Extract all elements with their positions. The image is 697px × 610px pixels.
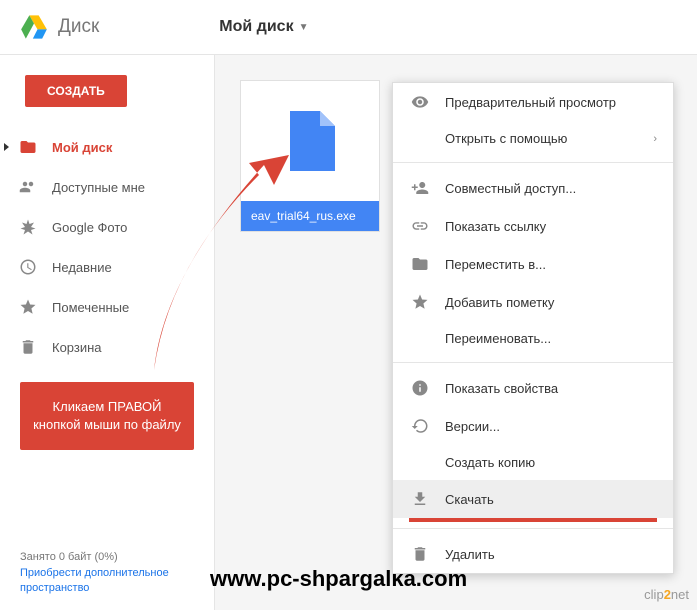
menu-item-rename[interactable]: Переименовать... [393, 321, 673, 356]
link-icon [409, 217, 431, 235]
highlight-underline [409, 518, 657, 522]
file-thumbnail [241, 81, 379, 201]
menu-label: Открыть с помощью [445, 131, 567, 146]
drive-folder-icon [18, 137, 38, 157]
sidebar-item-label: Недавние [52, 260, 112, 275]
sidebar-item-label: Мой диск [52, 140, 112, 155]
sidebar-item-shared[interactable]: Доступные мне [0, 167, 214, 207]
app-header: Диск Мой диск ▼ [0, 0, 697, 55]
menu-separator [393, 528, 673, 529]
menu-label: Переместить в... [445, 257, 546, 272]
sidebar-item-label: Помеченные [52, 300, 129, 315]
menu-label: Удалить [445, 547, 495, 562]
menu-label: Скачать [445, 492, 494, 507]
chevron-down-icon: ▼ [299, 22, 309, 33]
breadcrumb[interactable]: Мой диск ▼ [219, 18, 308, 36]
menu-label: Совместный доступ... [445, 181, 576, 196]
buy-storage-link[interactable]: Приобрести дополнительное пространство [20, 566, 214, 595]
person-add-icon [409, 179, 431, 197]
instruction-callout: Кликаем ПРАВОЙ кнопкой мыши по файлу [20, 382, 194, 450]
sidebar-item-label: Google Фото [52, 220, 127, 235]
folder-icon [409, 255, 431, 273]
storage-info: Занято 0 байт (0%) Приобрести дополнител… [20, 551, 214, 595]
sidebar-item-photos[interactable]: Google Фото [0, 207, 214, 247]
menu-item-move[interactable]: Переместить в... [393, 245, 673, 283]
sidebar-item-label: Доступные мне [52, 180, 145, 195]
menu-item-copy[interactable]: Создать копию [393, 445, 673, 480]
eye-icon [409, 93, 431, 111]
sidebar-item-recent[interactable]: Недавние [0, 247, 214, 287]
sidebar-item-starred[interactable]: Помеченные [0, 287, 214, 327]
menu-separator [393, 162, 673, 163]
context-menu: Предварительный просмотр Открыть с помощ… [392, 82, 674, 574]
menu-label: Версии... [445, 419, 500, 434]
photos-icon [18, 217, 38, 237]
menu-item-share[interactable]: Совместный доступ... [393, 169, 673, 207]
menu-label: Добавить пометку [445, 295, 554, 310]
history-icon [409, 417, 431, 435]
active-indicator-icon [4, 143, 9, 151]
file-item[interactable]: eav_trial64_rus.exe [240, 80, 380, 232]
menu-label: Переименовать... [445, 331, 551, 346]
sidebar-item-trash[interactable]: Корзина [0, 327, 214, 367]
star-icon [409, 293, 431, 311]
people-icon [18, 177, 38, 197]
chevron-right-icon: › [653, 133, 657, 145]
sidebar-item-label: Корзина [52, 340, 102, 355]
nav-list: Мой диск Доступные мне Google Фото Недав… [0, 127, 214, 367]
sidebar: СОЗДАТЬ Мой диск Доступные мне Google Фо… [0, 55, 215, 610]
trash-icon [18, 337, 38, 357]
info-icon [409, 379, 431, 397]
file-name: eav_trial64_rus.exe [241, 201, 379, 231]
app-title: Диск [58, 16, 99, 38]
sidebar-item-my-drive[interactable]: Мой диск [0, 127, 214, 167]
download-icon [409, 490, 431, 508]
star-icon [18, 297, 38, 317]
breadcrumb-label: Мой диск [219, 18, 293, 36]
menu-item-download[interactable]: Скачать [393, 480, 673, 518]
menu-label: Предварительный просмотр [445, 95, 616, 110]
menu-item-get-link[interactable]: Показать ссылку [393, 207, 673, 245]
menu-item-delete[interactable]: Удалить [393, 535, 673, 573]
menu-item-versions[interactable]: Версии... [393, 407, 673, 445]
clock-icon [18, 257, 38, 277]
menu-item-open-with[interactable]: Открыть с помощью › [393, 121, 673, 156]
menu-label: Показать свойства [445, 381, 558, 396]
menu-item-star[interactable]: Добавить пометку [393, 283, 673, 321]
menu-item-preview[interactable]: Предварительный просмотр [393, 83, 673, 121]
menu-label: Создать копию [445, 455, 535, 470]
menu-separator [393, 362, 673, 363]
storage-used-text: Занято 0 байт (0%) [20, 551, 214, 563]
trash-icon [409, 545, 431, 563]
create-button[interactable]: СОЗДАТЬ [25, 75, 127, 107]
drive-logo-icon [20, 13, 48, 41]
menu-item-details[interactable]: Показать свойства [393, 369, 673, 407]
clip2net-badge: clip2net [644, 587, 689, 602]
menu-label: Показать ссылку [445, 219, 546, 234]
